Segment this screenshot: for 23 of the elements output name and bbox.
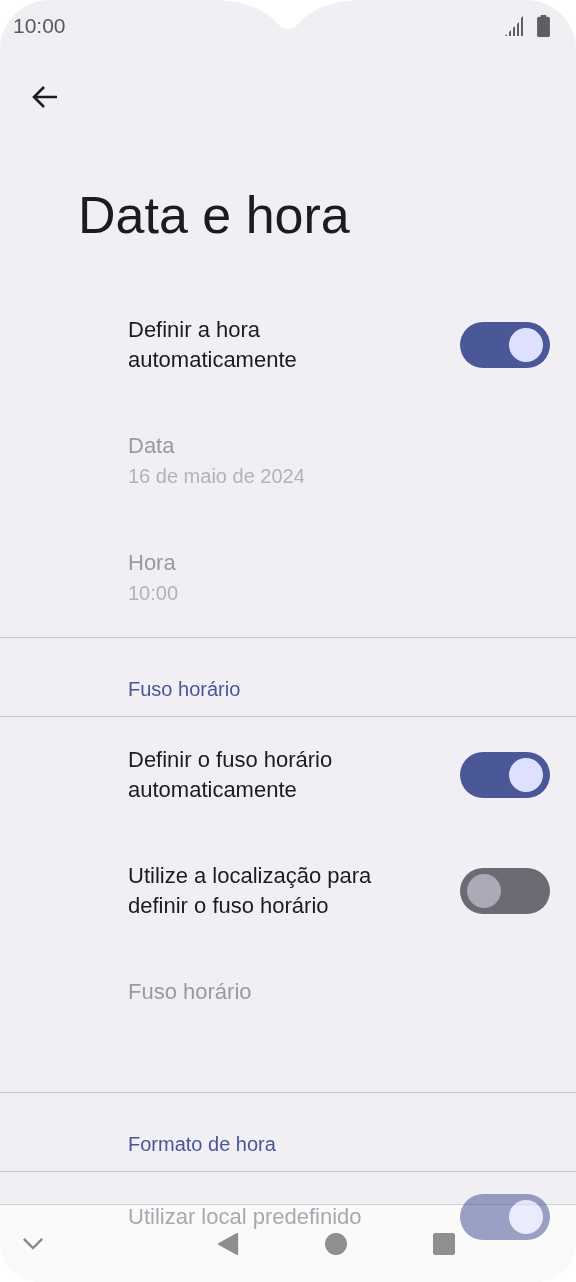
setting-value: 16 de maio de 2024 — [128, 465, 306, 488]
back-arrow-icon[interactable] — [31, 85, 59, 109]
setting-label: Fuso horário — [128, 978, 253, 1006]
setting-value: 10:00 — [128, 582, 180, 605]
status-time: 10:00 — [13, 14, 66, 38]
page-title: Data e hora — [78, 184, 350, 245]
setting-label: Hora — [128, 549, 177, 577]
recents-icon[interactable] — [432, 1231, 456, 1256]
toggle-switch[interactable] — [460, 752, 550, 798]
home-icon[interactable] — [324, 1231, 348, 1256]
chevron-down-icon[interactable] — [22, 1237, 44, 1250]
setting-label: Definir o fuso horário automaticamente — [128, 746, 334, 804]
toggle-switch[interactable] — [460, 1194, 550, 1240]
setting-label: Definir a hora automaticamente — [128, 316, 298, 374]
toggle-switch[interactable] — [460, 322, 550, 368]
setting-label: Utilize a localização para definir o fuso horário — [128, 862, 373, 920]
setting-label: Data — [128, 432, 176, 460]
section-header: Fuso horário — [128, 678, 242, 701]
setting-label: Utilizar local predefinido — [128, 1205, 362, 1229]
section-header: Formato de hora — [128, 1133, 277, 1156]
back-icon[interactable] — [216, 1231, 240, 1256]
battery-icon — [537, 15, 550, 37]
toggle-switch[interactable] — [460, 868, 550, 914]
